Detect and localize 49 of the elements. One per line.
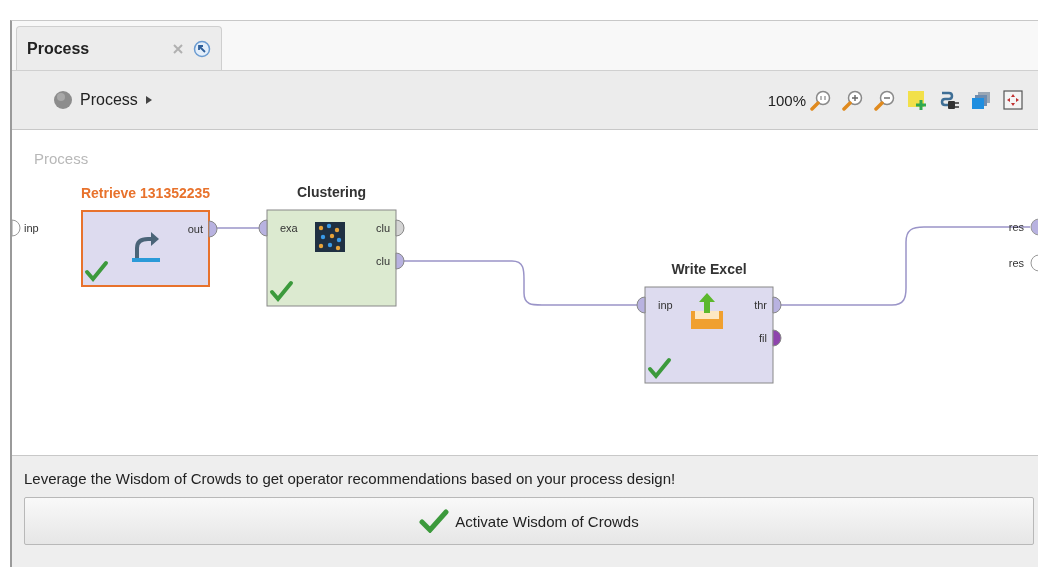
process-port[interactable] [12, 219, 21, 237]
zoom-in-icon[interactable] [842, 89, 864, 111]
canvas-title: Process [34, 150, 89, 167]
layers-icon[interactable] [970, 89, 992, 111]
operator-node[interactable] [644, 286, 774, 384]
retrieve-icon [132, 232, 160, 262]
caret-icon[interactable] [144, 95, 153, 105]
input-port[interactable] [636, 296, 646, 314]
output-port[interactable] [772, 296, 782, 314]
zoom-reset-icon[interactable] [810, 89, 832, 111]
port-label: fil [759, 332, 767, 344]
export-icon [691, 293, 723, 329]
output-port[interactable] [395, 252, 405, 270]
cluster-icon [315, 222, 345, 252]
add-note-icon[interactable] [906, 89, 928, 111]
process-port[interactable] [1030, 218, 1038, 236]
port-label: exa [280, 222, 298, 234]
check-icon [419, 509, 450, 533]
output-port[interactable] [772, 329, 782, 347]
operator-title: Clustering [296, 184, 367, 200]
zoom-level: 100% [767, 91, 806, 109]
operator-node[interactable] [266, 209, 397, 307]
port-label: inp [24, 222, 39, 234]
operator-title: Retrieve 131352235 [80, 185, 211, 201]
process-icon [53, 90, 73, 110]
zoom-out-icon[interactable] [874, 89, 896, 111]
connection-line [215, 227, 261, 229]
operator-node[interactable] [81, 210, 210, 287]
operator-title: Write Excel [671, 261, 747, 277]
port-label: inp [658, 299, 673, 311]
fit-icon[interactable] [1002, 89, 1024, 111]
port-label: clu [375, 222, 390, 234]
output-port[interactable] [395, 219, 405, 237]
plug-icon[interactable] [938, 89, 960, 111]
port-label: clu [375, 255, 390, 267]
close-icon[interactable] [171, 41, 185, 56]
process-port[interactable] [1030, 254, 1038, 272]
pin-icon[interactable] [193, 39, 211, 58]
port-label: res [1008, 257, 1024, 269]
port-label: res [1008, 221, 1024, 233]
process-tab[interactable]: Process [16, 26, 222, 70]
breadcrumb-link[interactable]: Process [80, 91, 138, 109]
port-label: thr [754, 299, 767, 311]
activate-button[interactable]: Activate Wisdom of Crowds [24, 497, 1034, 545]
input-port[interactable] [258, 219, 268, 237]
port-label: out [187, 223, 203, 235]
tab-label: Process [27, 39, 90, 58]
recommendation-text: Leverage the Wisdom of Crowds to get operator recommendations based on your process design! [24, 470, 677, 487]
output-port[interactable] [208, 220, 218, 238]
